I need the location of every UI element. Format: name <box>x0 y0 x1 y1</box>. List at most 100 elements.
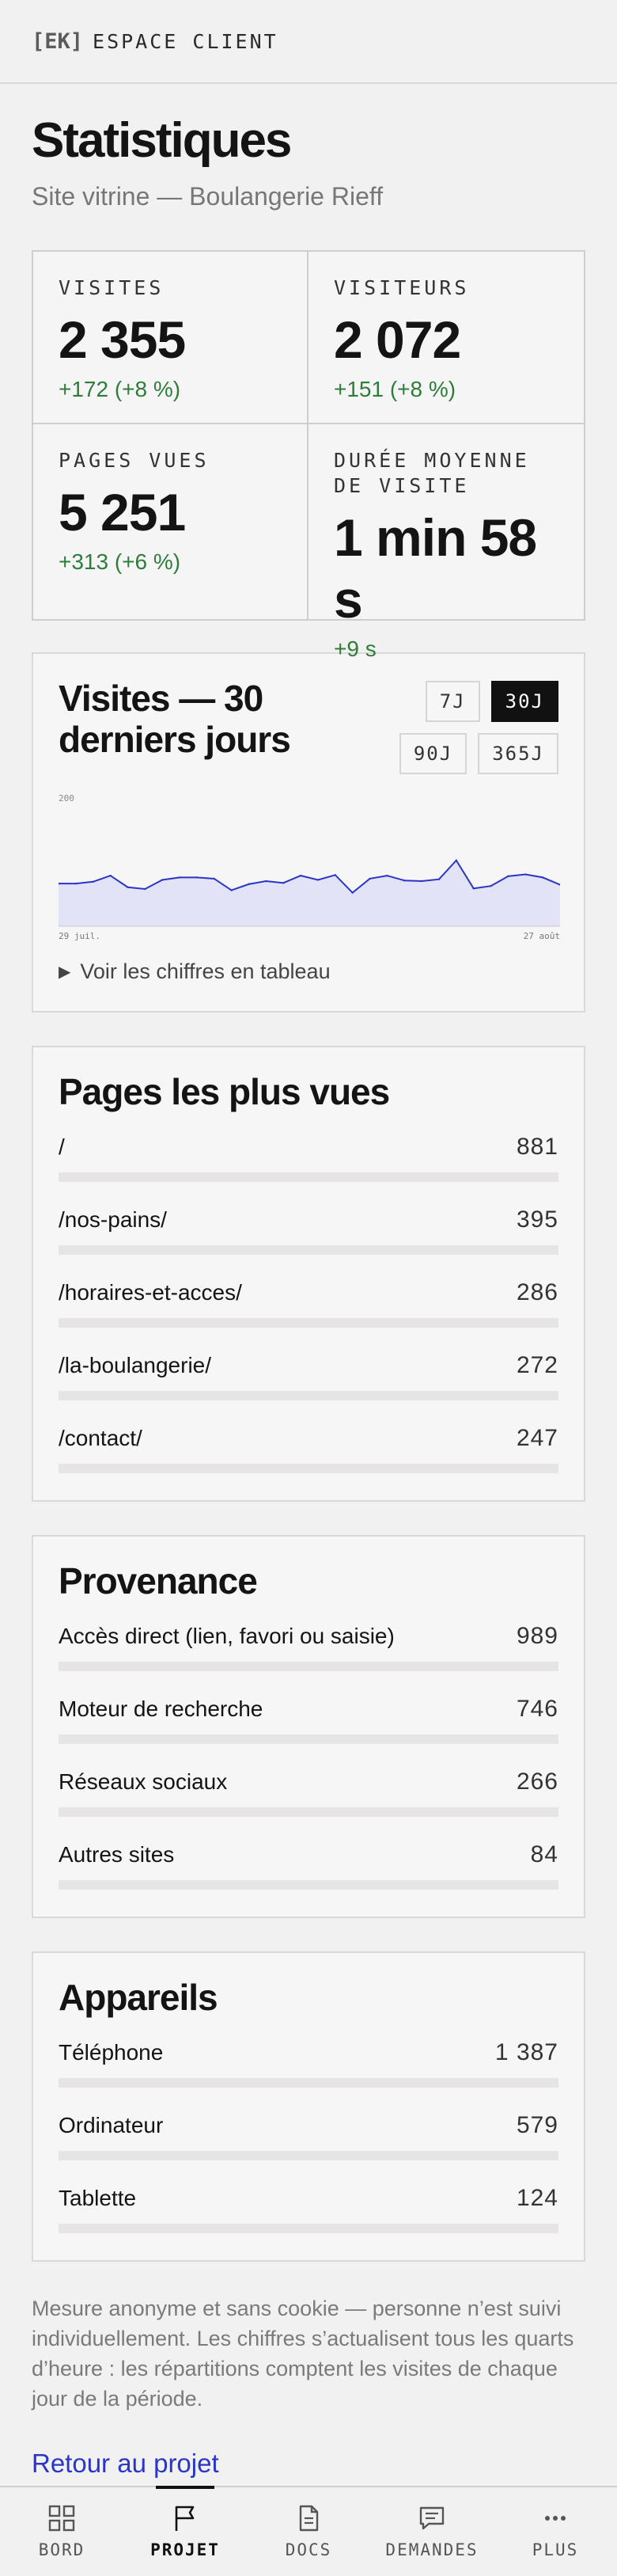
top-pages-card: Pages les plus vues / 881 /nos-pains/395 … <box>32 1046 585 1502</box>
chart-title: Visites — 30 derniers jours <box>59 678 291 760</box>
top-pages-list: / 881 /nos-pains/395 /horaires-et-acces/2… <box>59 1133 558 1473</box>
list-item: Moteur de recherche 746 <box>59 1695 558 1744</box>
bar-track <box>59 1464 558 1473</box>
data-point <box>161 879 164 881</box>
nav-demandes[interactable]: DEMANDES <box>370 2487 494 2576</box>
list-item: Réseaux sociaux 266 <box>59 1768 558 1817</box>
list-item: /horaires-et-acces/286 <box>59 1279 558 1328</box>
data-point <box>420 880 423 883</box>
x-start-label: 29 juil. <box>59 931 100 941</box>
main-content: Statistiques Site vitrine — Boulangerie … <box>0 112 617 2479</box>
kpi-grid: VISITES 2 355 +172 (+8 %) VISITEURS 2 07… <box>32 250 585 661</box>
kpi-value: 5 251 <box>59 483 186 541</box>
data-point <box>334 874 336 876</box>
list-item: Accès direct (lien, favori ou saisie) 989 <box>59 1622 558 1671</box>
kpi-delta: +9 s <box>334 636 377 661</box>
data-point <box>248 883 250 886</box>
chart-header: Visites — 30 derniers jours 7J 30J 90J 3… <box>59 678 558 774</box>
data-point <box>213 877 215 880</box>
item-value: 286 <box>516 1279 558 1305</box>
kpi-value: 1 min 58 s <box>334 508 537 629</box>
range-30j-button[interactable]: 30J <box>490 681 558 722</box>
nav-projet[interactable]: PROJET <box>123 2487 247 2576</box>
item-label: Moteur de recherche <box>59 1696 263 1721</box>
bar-track <box>59 1318 558 1328</box>
table-toggle[interactable]: ▶ Voir les chiffres en tableau <box>59 959 558 984</box>
kpi-value: 2 355 <box>59 310 186 369</box>
range-selector: 7J 30J 90J 365J <box>377 681 558 774</box>
data-point <box>178 876 181 879</box>
item-value: 579 <box>516 2112 558 2138</box>
item-label: /horaires-et-acces/ <box>59 1280 242 1305</box>
kpi-delta: +151 (+8 %) <box>334 377 456 401</box>
brand[interactable]: [EK] ESPACE CLIENT <box>32 29 278 54</box>
item-label: /contact/ <box>59 1426 142 1450</box>
kpi-label: VISITEURS <box>334 276 470 299</box>
data-point <box>74 882 78 885</box>
visits-chart: 200 29 juil. 27 août <box>59 793 560 941</box>
bar-track <box>59 2224 558 2233</box>
kpi-visitors: VISITEURS 2 072 +151 (+8 %) <box>308 252 584 424</box>
kpi-label: PAGES VUES <box>59 449 210 472</box>
nav-plus[interactable]: PLUS <box>494 2487 617 2576</box>
data-point <box>92 880 94 883</box>
range-90j-button[interactable]: 90J <box>399 733 467 774</box>
visits-chart-card: Visites — 30 derniers jours 7J 30J 90J 3… <box>32 652 585 1013</box>
bar-track <box>59 1807 558 1817</box>
data-point <box>282 882 285 884</box>
page-subtitle: Site vitrine — Boulangerie Rieff <box>32 182 384 211</box>
item-value: 84 <box>530 1841 558 1867</box>
item-label: / <box>59 1134 65 1159</box>
brand-logo: [EK] <box>32 28 84 54</box>
bar-track <box>59 1245 558 1255</box>
chat-bubble-icon <box>419 2506 445 2530</box>
item-label: Réseaux sociaux <box>59 1769 228 1794</box>
more-dots-icon <box>545 2516 566 2521</box>
item-value: 266 <box>516 1769 558 1795</box>
sources-card: Provenance Accès direct (lien, favori ou… <box>32 1535 585 1918</box>
sources-list: Accès direct (lien, favori ou saisie) 989… <box>59 1622 558 1890</box>
data-point <box>299 874 302 877</box>
kpi-delta: +313 (+6 %) <box>59 549 181 574</box>
data-point <box>369 877 371 880</box>
item-label: Autres sites <box>59 1842 175 1867</box>
item-value: 1 387 <box>494 2039 558 2065</box>
table-toggle-label: Voir les chiffres en tableau <box>80 959 331 983</box>
data-point <box>127 886 129 888</box>
data-point <box>144 887 146 891</box>
nav-label: PLUS <box>532 2540 579 2559</box>
bar-track <box>59 2151 558 2160</box>
data-point <box>437 878 441 880</box>
range-365j-button[interactable]: 365J <box>478 733 558 774</box>
privacy-footnote: Mesure anonyme et sans cookie — personne… <box>32 2297 574 2411</box>
nav-docs[interactable]: DOCS <box>247 2487 370 2576</box>
range-7j-button[interactable]: 7J <box>425 681 480 722</box>
document-icon <box>299 2505 319 2532</box>
data-point <box>230 889 233 891</box>
bar-track <box>59 1391 558 1400</box>
item-value: 395 <box>516 1206 558 1233</box>
item-label: Tablette <box>59 2186 137 2210</box>
data-point <box>386 874 388 877</box>
item-label: Téléphone <box>59 2040 164 2065</box>
item-value: 124 <box>516 2185 558 2211</box>
data-point <box>316 879 320 881</box>
top-bar: [EK] ESPACE CLIENT <box>0 0 617 84</box>
back-to-project-link[interactable]: Retour au projet <box>32 2449 219 2479</box>
list-item: / 881 <box>59 1133 558 1182</box>
devices-card: Appareils Téléphone 1 387 Ordinateur 579 T… <box>32 1951 585 2262</box>
data-point <box>472 887 475 890</box>
data-point <box>455 859 458 862</box>
nav-bord[interactable]: BORD <box>0 2487 123 2576</box>
kpi-value: 2 072 <box>334 310 461 369</box>
nav-label: DOCS <box>285 2540 332 2559</box>
bottom-nav: BORD PROJET DOCS DEMANDES PLUS <box>0 2486 617 2576</box>
nav-label: PROJET <box>150 2540 220 2559</box>
devices-title: Appareils <box>59 1977 218 2018</box>
devices-list: Téléphone 1 387 Ordinateur 579 Tablette 124 <box>59 2038 558 2233</box>
sources-title: Provenance <box>59 1560 258 1601</box>
item-value: 881 <box>516 1134 558 1160</box>
list-item: /la-boulangerie/272 <box>59 1351 558 1400</box>
list-item: Ordinateur 579 <box>59 2111 558 2160</box>
data-point <box>265 880 267 883</box>
